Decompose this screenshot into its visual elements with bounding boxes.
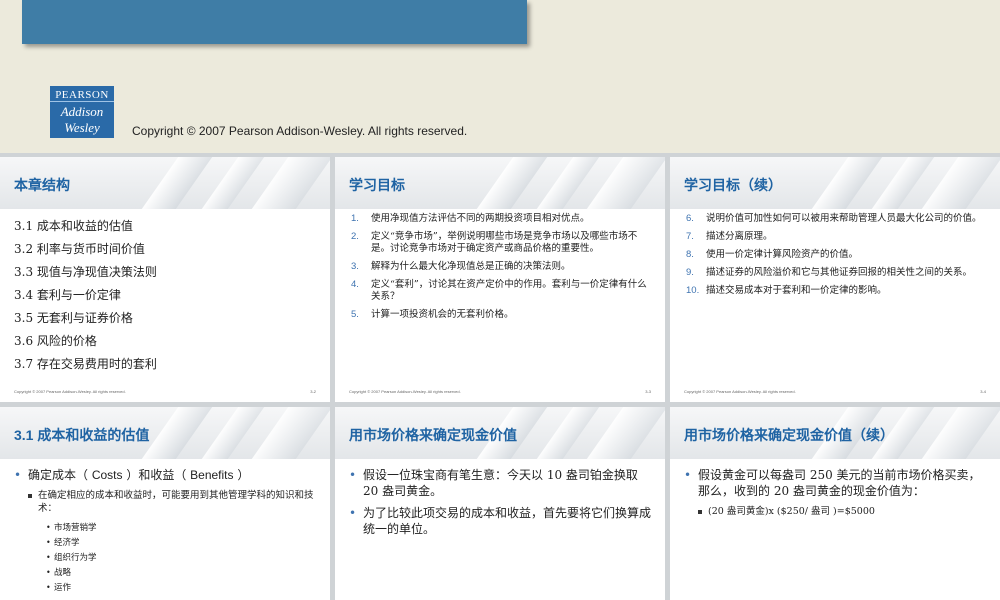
list-item: 10. 描述交易成本对于套利和一价定律的影响。	[686, 285, 887, 296]
outline-item: 3.2 利率与货币时间价值	[14, 242, 145, 256]
slide-title: 学习目标	[349, 177, 405, 193]
pearson-logo: PEARSON Addison Wesley	[50, 86, 114, 138]
list-item: 9. 描述证券的风险溢价和它与其他证券回报的相关性之间的关系。	[686, 267, 973, 278]
objectives-list: 6. 说明价值可加性如何可以被用来帮助管理人员最大化公司的价值。 7. 描述分离原理…	[686, 213, 986, 303]
list-item: 4. 定义“套利”，讨论其在资产定价中的作用。套利与一价定律有什么关系？	[351, 279, 647, 302]
list-item: 7. 描述分离原理。	[686, 231, 773, 242]
bullet-item: 假设一位珠宝商有笔生意：今天以 10 盎司铂金换取 20 盎司黄金。	[349, 467, 654, 499]
bullet-list: 确定成本（ Costs ）和收益（ Benefits ） 在确定相应的成本和收益…	[14, 467, 319, 596]
slide-title: 学习目标（续）	[684, 177, 782, 193]
slide-number: 3-4	[980, 389, 986, 394]
outline-item: 3.6 风险的价格	[14, 334, 97, 348]
slide-number: 3-2	[310, 389, 316, 394]
slide-thumbnail-1[interactable]: 本章结构 3.1 成本和收益的估值 3.2 利率与货币时间价值 3.3 现值与净…	[0, 157, 330, 402]
sub-sub-bullet-item: 经济学	[14, 536, 319, 550]
slide-thumbnail-5[interactable]: 用市场价格来确定现金价值 假设一位珠宝商有笔生意：今天以 10 盎司铂金换取 2…	[335, 407, 665, 600]
list-item: 6. 说明价值可加性如何可以被用来帮助管理人员最大化公司的价值。	[686, 213, 982, 224]
objectives-list: 1. 使用净现值方法评估不同的两期投资项目相对优点。 2. 定义“竞争市场”，举例说…	[351, 213, 651, 327]
outline-item: 3.1 成本和收益的估值	[14, 219, 133, 233]
outline-item: 3.3 现值与净现值决策法则	[14, 265, 157, 279]
slide-copyright: Copyright © 2007 Pearson Addison-Wesley.…	[349, 389, 461, 394]
sub-sub-bullet-item: 运作	[14, 581, 319, 595]
slide-thumbnail-4[interactable]: 3.1 成本和收益的估值 确定成本（ Costs ）和收益（ Benefits …	[0, 407, 330, 600]
slide-title: 本章结构	[14, 177, 70, 193]
sub-sub-bullet-item: 组织行为学	[14, 551, 319, 565]
sub-sub-bullet-item: 市场营销学	[14, 521, 319, 535]
sub-bullet-item: 在确定相应的成本和收益时，可能要用到其他管理学科的知识和技术：	[14, 489, 319, 515]
bullet-item: 假设黄金可以每盎司 250 美元的当前市场价格买卖，那么，收到的 20 盎司黄金…	[684, 467, 989, 499]
bullet-item: 确定成本（ Costs ）和收益（ Benefits ）	[14, 467, 319, 483]
list-item: 2. 定义“竞争市场”，举例说明哪些市场是竞争市场以及哪些市场不是。讨论竞争市场对…	[351, 231, 638, 254]
chapter-outline: 3.1 成本和收益的估值 3.2 利率与货币时间价值 3.3 现值与净现值决策法…	[14, 215, 157, 376]
list-item: 8. 使用一价定律计算风险资产的价值。	[686, 249, 859, 260]
copyright-text: Copyright © 2007 Pearson Addison-Wesley.…	[132, 124, 468, 138]
title-area: PEARSON Addison Wesley Copyright © 2007 …	[0, 0, 1000, 153]
slide-title: 3.1 成本和收益的估值	[14, 427, 150, 443]
bullet-list: 假设一位珠宝商有笔生意：今天以 10 盎司铂金换取 20 盎司黄金。 为了比较此…	[349, 467, 654, 543]
outline-item: 3.7 存在交易费用时的套利	[14, 357, 157, 371]
slide-title: 用市场价格来确定现金价值	[349, 427, 517, 443]
slide-thumbnail-3[interactable]: 学习目标（续） 6. 说明价值可加性如何可以被用来帮助管理人员最大化公司的价值。 …	[670, 157, 1000, 402]
outline-item: 3.5 无套利与证券价格	[14, 311, 133, 325]
list-item: 1. 使用净现值方法评估不同的两期投资项目相对优点。	[351, 213, 590, 224]
list-item: 5. 计算一项投资机会的无套利价格。	[351, 309, 514, 320]
list-item: 3. 解释为什么最大化净现值总是正确的决策法则。	[351, 261, 571, 272]
bullet-item: 为了比较此项交易的成本和收益，首先要将它们换算成统一的单位。	[349, 505, 654, 537]
slide-number: 3-3	[645, 389, 651, 394]
outline-item: 3.4 套利与一价定律	[14, 288, 121, 302]
slide-copyright: Copyright © 2007 Pearson Addison-Wesley.…	[684, 389, 796, 394]
slide-copyright: Copyright © 2007 Pearson Addison-Wesley.…	[14, 389, 126, 394]
title-placeholder-bar	[22, 0, 527, 44]
bullet-list: 假设黄金可以每盎司 250 美元的当前市场价格买卖，那么，收到的 20 盎司黄金…	[684, 467, 989, 524]
sub-bullet-item: (20 盎司黄金)x ($250/ 盎司 )=$5000	[684, 505, 989, 518]
slide-thumbnail-2[interactable]: 学习目标 1. 使用净现值方法评估不同的两期投资项目相对优点。 2. 定义“竞争市场…	[335, 157, 665, 402]
sub-sub-bullet-item: 战略	[14, 566, 319, 580]
slide-thumbnail-6[interactable]: 用市场价格来确定现金价值（续） 假设黄金可以每盎司 250 美元的当前市场价格买…	[670, 407, 1000, 600]
slide-title: 用市场价格来确定现金价值（续）	[684, 427, 894, 443]
